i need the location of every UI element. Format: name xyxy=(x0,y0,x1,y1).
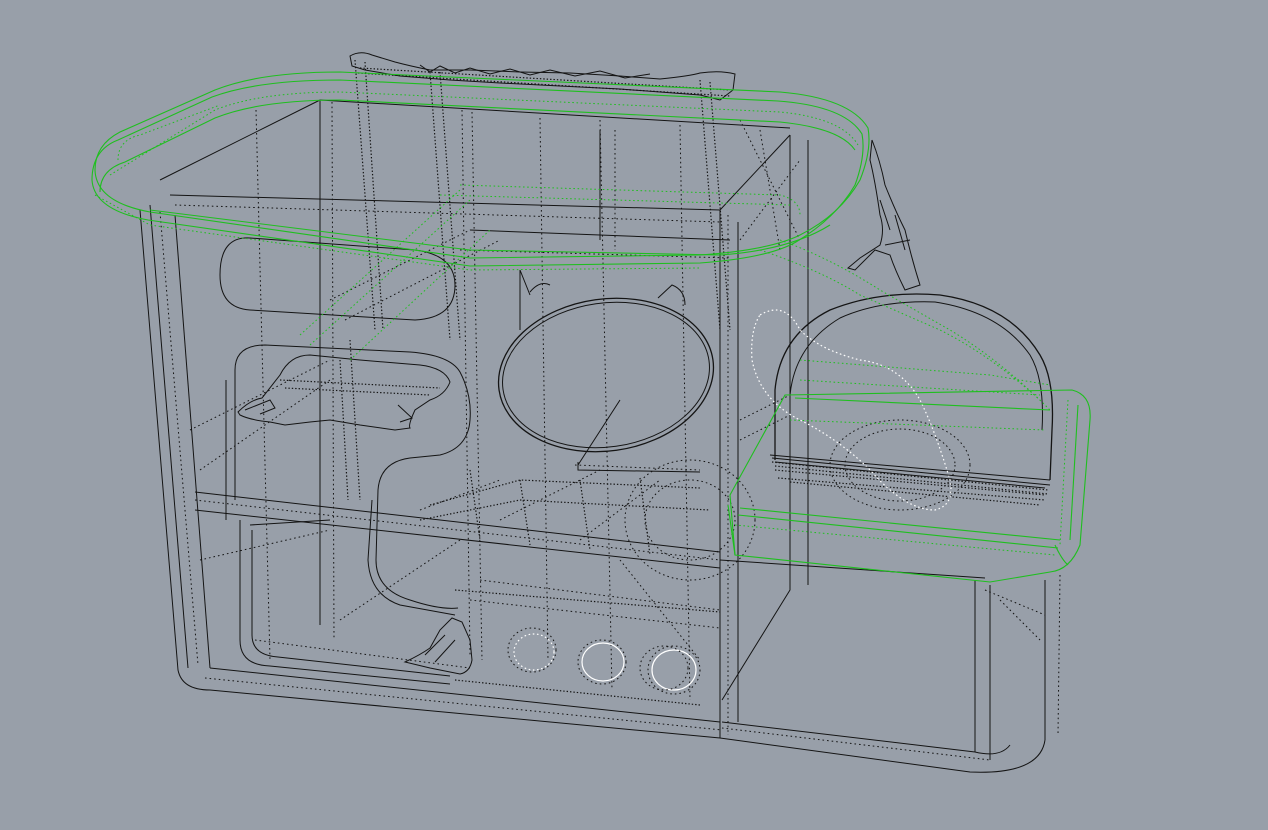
exercise-wheel[interactable] xyxy=(488,269,756,581)
hammock-bottom[interactable] xyxy=(403,617,473,675)
wireframe-scene[interactable] xyxy=(0,0,1268,830)
cage-body[interactable] xyxy=(139,59,1061,773)
modeling-viewport[interactable] xyxy=(0,0,1268,830)
hammock-top[interactable] xyxy=(349,52,921,291)
vent-holes[interactable] xyxy=(507,627,701,695)
tunnel-arch[interactable] xyxy=(739,293,1054,511)
hammock-middle[interactable] xyxy=(237,354,451,431)
